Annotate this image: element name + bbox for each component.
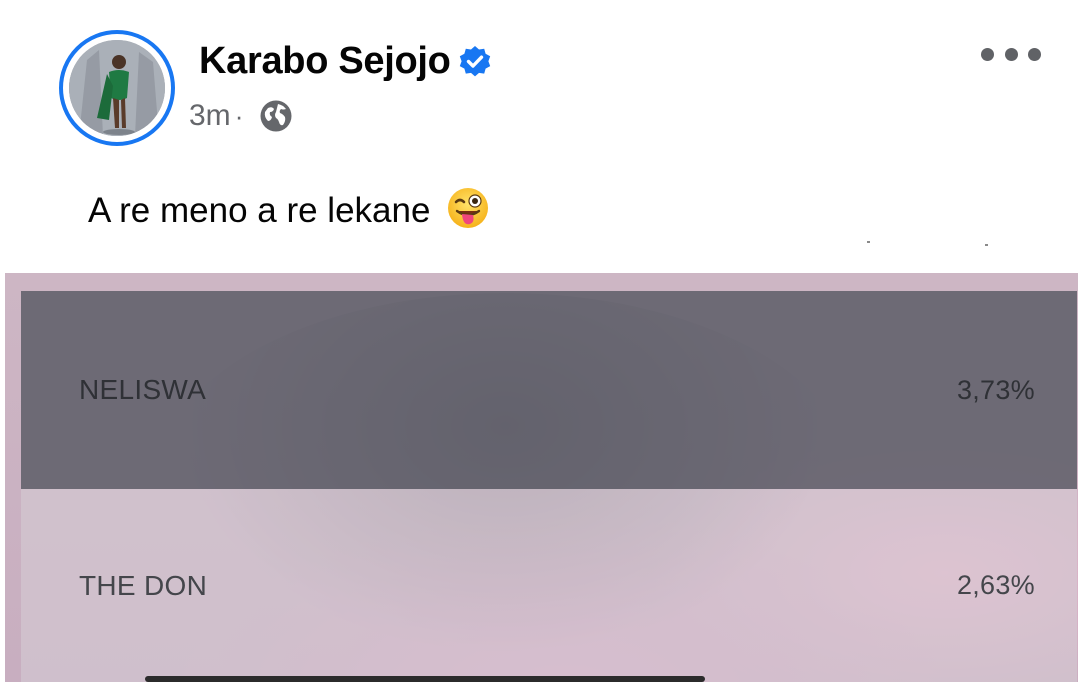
poll-results: NELISWA 3,73% THE DON 2,63% [21, 291, 1077, 682]
poll-option: NELISWA 3,73% [21, 291, 1077, 489]
verified-badge-icon [459, 46, 491, 77]
post-message: A re meno a re lekane [88, 191, 431, 230]
poll-option: THE DON 2,63% [21, 489, 1077, 682]
more-dot [981, 47, 994, 61]
meta-separator: · [234, 100, 244, 131]
more-dot [1028, 47, 1041, 61]
more-dot [1004, 47, 1018, 61]
globe-icon[interactable] [259, 99, 293, 133]
author-name[interactable]: Karabo Sejojo [199, 40, 451, 83]
post-image[interactable]: NELISWA 3,73% THE DON 2,63% [5, 273, 1078, 682]
image-artifact [867, 241, 870, 243]
poll-option-name: THE DON [79, 569, 208, 601]
profile-photo [69, 40, 165, 136]
image-artifact [985, 244, 988, 246]
poll-option-name: NELISWA [79, 374, 207, 405]
image-bottom-edge [145, 676, 705, 682]
poll-option-percent: 3,73% [956, 374, 1035, 405]
post-timestamp[interactable]: 3m [189, 99, 231, 133]
winking-tongue-emoji-icon [448, 188, 489, 228]
avatar[interactable] [59, 30, 175, 146]
poll-option-percent: 2,63% [956, 570, 1035, 600]
post-text: A re meno a re lekane [88, 186, 490, 231]
more-options-button[interactable] [981, 38, 1041, 70]
post-meta: 3m · [189, 96, 293, 136]
